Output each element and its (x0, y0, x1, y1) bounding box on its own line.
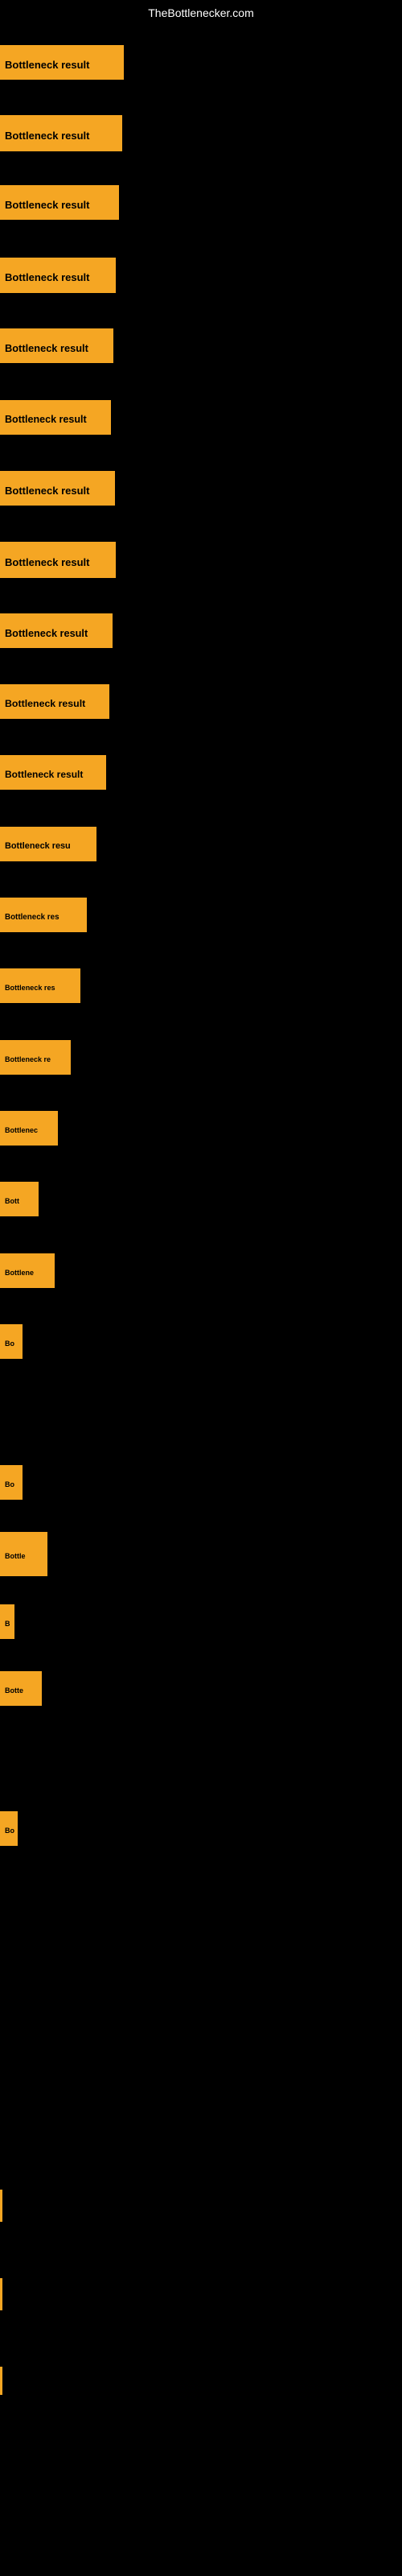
bottleneck-badge: Bottleneck res (0, 968, 80, 1003)
bottleneck-badge: Bottleneck result (0, 115, 122, 151)
bottleneck-badge: Botte (0, 1671, 42, 1706)
bottleneck-badge: Bottlenec (0, 1111, 58, 1146)
bottleneck-badge: Bottleneck res (0, 898, 87, 932)
bottleneck-badge: Bottleneck result (0, 185, 119, 220)
vertical-bar (0, 2367, 2, 2395)
bottleneck-badge: Bottleneck resu (0, 827, 96, 861)
bottleneck-badge: Bott (0, 1182, 39, 1216)
bottleneck-badge: Bottle (0, 1532, 47, 1576)
bottleneck-badge: Bottleneck result (0, 400, 111, 435)
bottleneck-badge: Bottleneck re (0, 1040, 71, 1075)
vertical-bar (0, 2278, 2, 2310)
bottleneck-badge: Bottleneck result (0, 542, 116, 578)
bottleneck-badge: Bottleneck result (0, 258, 116, 293)
bottleneck-badge: Bottleneck result (0, 684, 109, 719)
bottleneck-badge: Bo (0, 1811, 18, 1846)
bottleneck-badge: Bottleneck result (0, 45, 124, 80)
bottleneck-badge: Bottlene (0, 1253, 55, 1288)
bottleneck-badge: Bo (0, 1465, 23, 1500)
bottleneck-badge: Bottleneck result (0, 328, 113, 363)
bottleneck-badge: B (0, 1604, 14, 1639)
bottleneck-badge: Bottleneck result (0, 613, 113, 648)
bottleneck-badge: Bottleneck result (0, 755, 106, 790)
bottleneck-badge: Bo (0, 1324, 23, 1359)
bottleneck-badge: Bottleneck result (0, 471, 115, 506)
vertical-bar (0, 2190, 2, 2222)
site-title: TheBottlenecker.com (0, 6, 402, 19)
